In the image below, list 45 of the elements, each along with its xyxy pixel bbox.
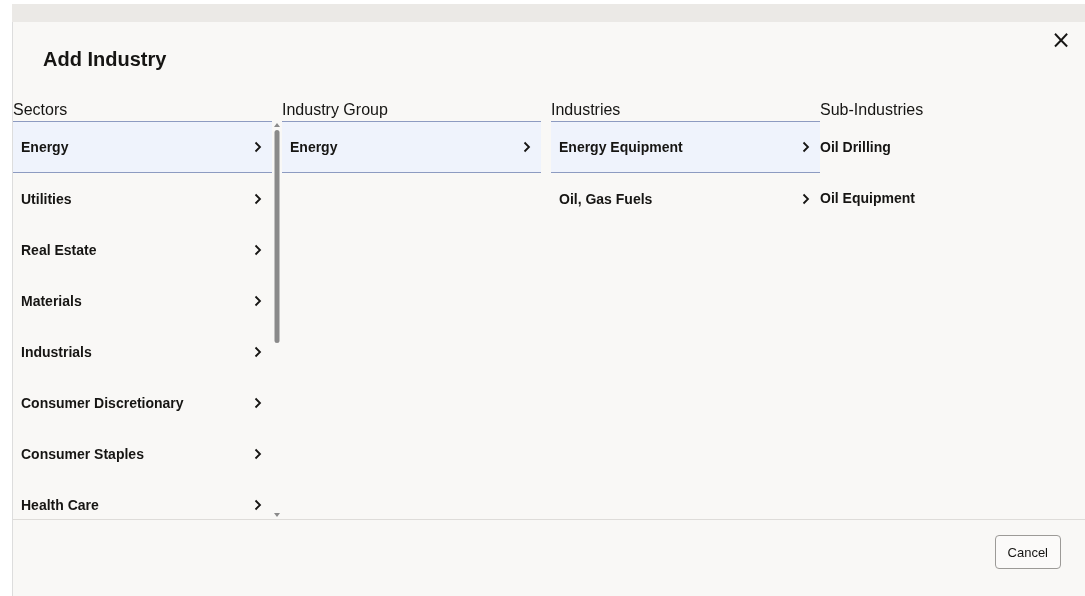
chevron-right-icon	[802, 141, 810, 153]
list-item[interactable]: Real Estate	[13, 224, 272, 275]
list-item[interactable]: Industrials	[13, 326, 272, 377]
chevron-right-icon	[523, 141, 531, 153]
list-item[interactable]: Oil, Gas Fuels	[551, 173, 820, 224]
chevron-right-icon	[254, 193, 262, 205]
chevron-right-icon	[802, 193, 810, 205]
chevron-right-icon	[254, 448, 262, 460]
list-item[interactable]: Energy Equipment	[551, 121, 820, 173]
column-heading: Industry Group	[282, 100, 389, 120]
item-label: Industrials	[21, 344, 92, 360]
chevron-right-icon	[254, 244, 262, 256]
scrollbar[interactable]	[272, 121, 282, 519]
chevron-right-icon	[254, 397, 262, 409]
item-label: Oil, Gas Fuels	[559, 191, 653, 207]
item-label: Energy	[290, 139, 338, 155]
item-label: Consumer Discretionary	[21, 395, 184, 411]
chevron-right-icon	[254, 295, 262, 307]
column-heading: Sub-Industries	[820, 100, 925, 120]
cancel-button[interactable]: Cancel	[994, 535, 1061, 569]
list-item[interactable]: Oil Equipment	[820, 172, 1085, 223]
item-label: Energy	[21, 139, 69, 155]
list-item[interactable]: Energy	[13, 121, 272, 173]
column-heading: Sectors	[13, 100, 69, 120]
column-heading: Industries	[551, 100, 622, 120]
item-label: Materials	[21, 293, 82, 309]
list-item[interactable]: Health Care	[13, 479, 272, 519]
close-button[interactable]: ×	[1046, 28, 1075, 52]
chevron-right-icon	[254, 346, 262, 358]
list-item[interactable]: Energy	[282, 121, 541, 173]
item-label: Oil Equipment	[820, 190, 915, 206]
list-item[interactable]: Oil Drilling	[820, 121, 1085, 172]
list-item[interactable]: Consumer Discretionary	[13, 377, 272, 428]
list-item[interactable]: Consumer Staples	[13, 428, 272, 479]
item-label: Utilities	[21, 191, 72, 207]
item-label: Health Care	[21, 497, 99, 513]
item-label: Oil Drilling	[820, 139, 891, 155]
chevron-right-icon	[254, 141, 262, 153]
item-label: Consumer Staples	[21, 446, 144, 462]
list-item[interactable]: Utilities	[13, 173, 272, 224]
item-label: Energy Equipment	[559, 139, 683, 155]
list-item[interactable]: Materials	[13, 275, 272, 326]
dialog-title: Add Industry	[43, 48, 167, 71]
chevron-right-icon	[254, 499, 262, 511]
item-label: Real Estate	[21, 242, 97, 258]
